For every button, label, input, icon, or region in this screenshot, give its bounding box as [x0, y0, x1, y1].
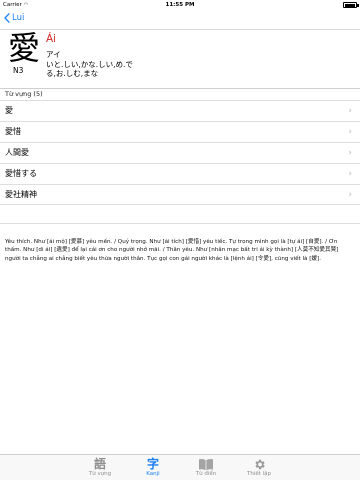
tab-label: Thiết lập — [246, 471, 272, 477]
kanji-character: 愛 — [8, 29, 41, 67]
vocab-word: 愛 — [5, 106, 13, 115]
battery-indicator — [343, 0, 359, 10]
gear-icon — [239, 457, 279, 471]
tab-kanji[interactable]: 字 Kanji — [133, 457, 173, 477]
vocab-row[interactable]: 愛 › — [0, 100, 360, 121]
vocab-row[interactable]: 愛惜 › — [0, 121, 360, 142]
chevron-right-icon: › — [348, 169, 352, 179]
navigation-bar: Lui — [0, 10, 360, 30]
status-time: 11:55 PM — [165, 2, 195, 8]
kanji-header: 愛 N3 Ái アイ いと.しい,かな.しい,め.で る,お.しむ,まな — [0, 30, 360, 88]
chevron-right-icon: › — [348, 127, 352, 137]
tab-label: Kanji — [146, 471, 160, 477]
jlpt-level: N3 — [13, 66, 24, 75]
onyomi-reading: アイ — [46, 50, 61, 59]
tab-vocabulary[interactable]: 語 Từ vựng — [80, 457, 120, 477]
vocab-row[interactable]: 愛社精神 › — [0, 184, 360, 205]
vocab-section-header: Từ vựng (5) — [0, 88, 360, 100]
tab-bar: 語 Từ vựng 字 Kanji Từ điển Thiết lập — [0, 454, 360, 480]
vocab-word: 愛惜する — [5, 169, 37, 178]
tab-settings[interactable]: Thiết lập — [239, 457, 279, 477]
section-divider — [0, 223, 360, 224]
kanji-readings: アイ いと.しい,かな.しい,め.で る,お.しむ,まな — [46, 50, 166, 79]
kunyomi-reading-line1: いと.しい,かな.しい,め.で — [46, 59, 133, 69]
chevron-left-icon — [4, 13, 10, 23]
vocab-list: 愛 › 愛惜 › 人間愛 › 愛惜する › 愛社精神 › — [0, 100, 360, 205]
han-viet-reading: Ái — [46, 33, 57, 45]
tab-label: Từ điển — [195, 471, 217, 477]
vocab-row[interactable]: 愛惜する › — [0, 163, 360, 184]
vocabulary-tab-icon: 語 — [93, 457, 106, 471]
battery-icon — [343, 2, 359, 8]
tab-label: Từ vựng — [88, 471, 112, 477]
battery-fill — [344, 3, 356, 7]
back-label: Lui — [12, 13, 25, 23]
vocab-word: 愛惜 — [5, 127, 21, 136]
book-icon — [186, 457, 226, 471]
chevron-right-icon: › — [348, 148, 352, 158]
vocab-row[interactable]: 人間愛 › — [0, 142, 360, 163]
kunyomi-reading-line2: る,お.しむ,まな — [46, 69, 99, 78]
tab-dictionary[interactable]: Từ điển — [186, 457, 226, 477]
kanji-tab-icon: 字 — [146, 457, 159, 471]
back-button[interactable]: Lui — [4, 13, 24, 23]
vocab-word: 愛社精神 — [5, 190, 37, 199]
status-bar: Carrier ◠ 11:55 PM — [0, 0, 360, 10]
chevron-right-icon: › — [348, 106, 352, 116]
kanji-meaning-text: Yêu thích. Như [ái mộ] [愛慕] yêu mến. / Q… — [5, 239, 339, 262]
vocab-word: 人間愛 — [5, 148, 29, 157]
chevron-right-icon: › — [348, 190, 352, 200]
